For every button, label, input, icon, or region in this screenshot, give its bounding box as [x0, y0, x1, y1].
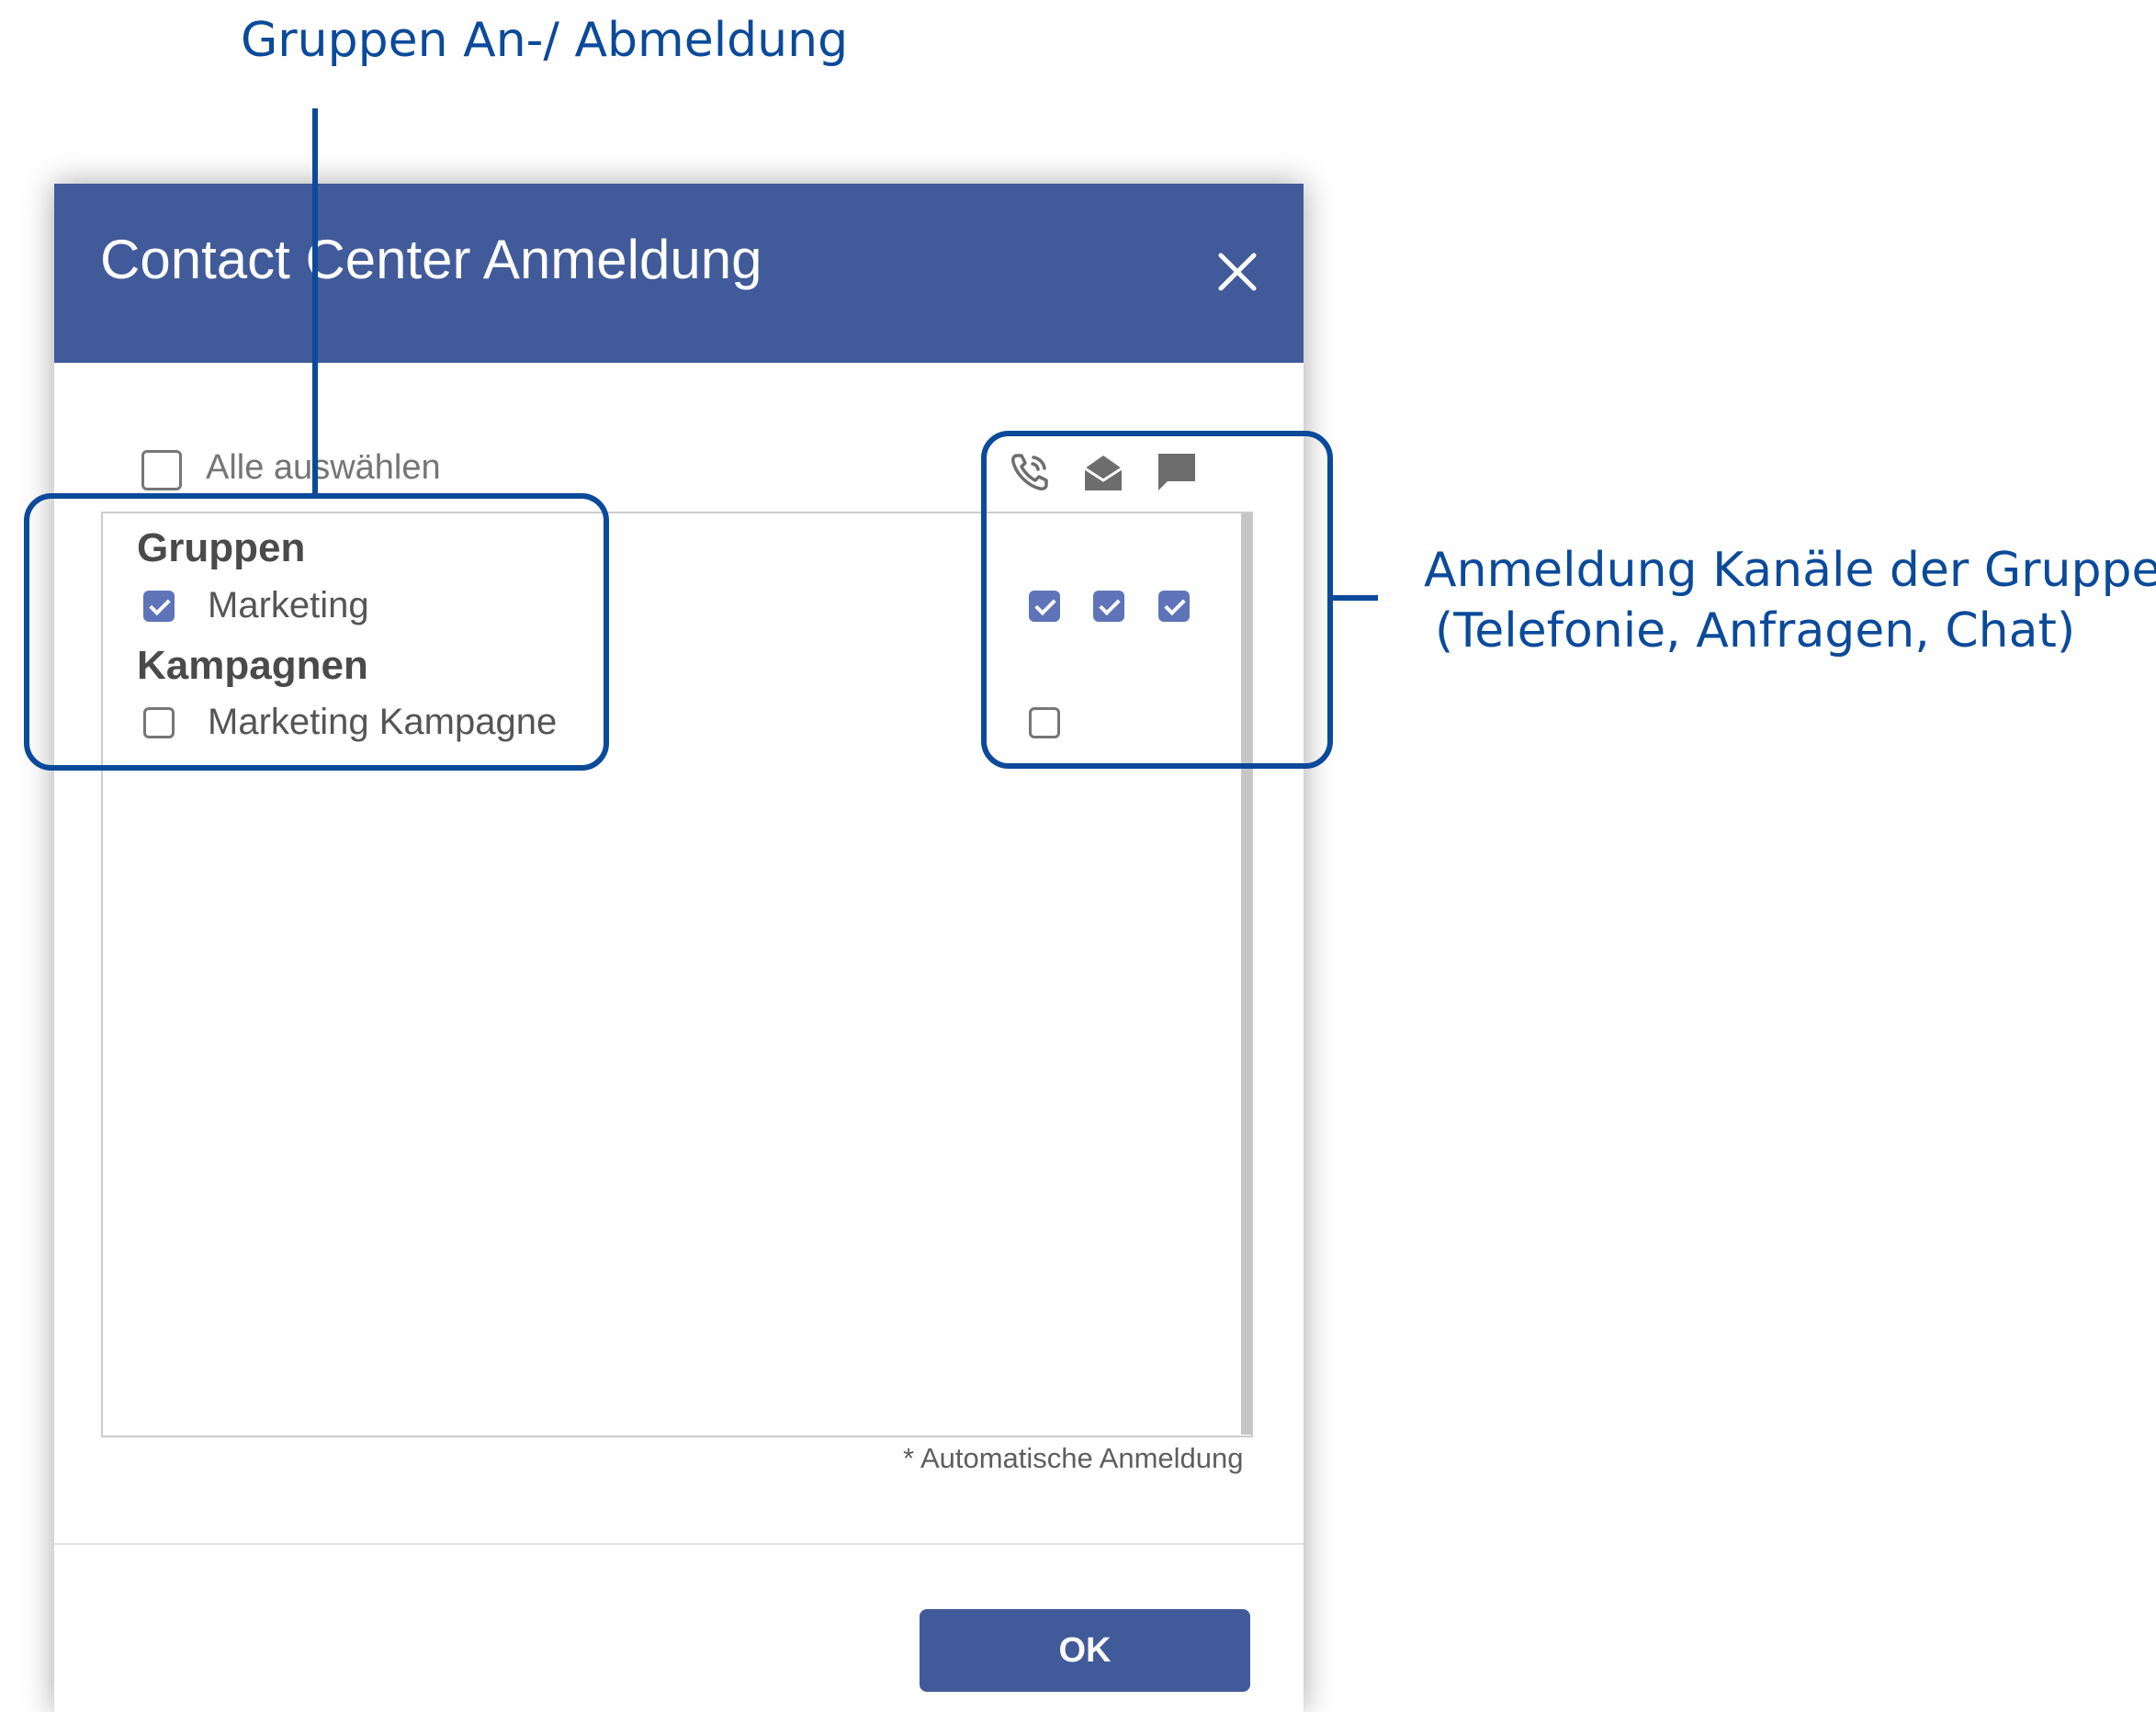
- annotation-channels-line2: (Telefonie, Anfragen, Chat): [1435, 603, 2076, 659]
- footer-divider: [54, 1543, 1304, 1545]
- highlight-groups: [24, 493, 609, 771]
- annotation-channels-line1: Anmeldung Kanäle der Gruppen: [1424, 543, 2156, 598]
- contact-center-login-dialog: Contact Center Anmeldung Alle auswählen …: [54, 184, 1304, 1712]
- auto-login-footnote: * Automatische Anmeldung: [903, 1442, 1244, 1474]
- dialog-header: Contact Center Anmeldung: [54, 184, 1304, 363]
- annotation-connector-channels: [1332, 595, 1378, 601]
- select-all-label: Alle auswählen: [206, 448, 441, 487]
- dialog-title: Contact Center Anmeldung: [100, 229, 762, 290]
- ok-button[interactable]: OK: [920, 1609, 1250, 1692]
- highlight-channels: [981, 431, 1333, 769]
- annotation-channels: Anmeldung Kanäle der Gruppen (Telefonie,…: [1424, 540, 2156, 661]
- close-icon[interactable]: [1213, 248, 1261, 296]
- annotation-groups-login: Gruppen An-/ Abmeldung: [241, 13, 849, 68]
- select-all-checkbox[interactable]: [141, 450, 182, 490]
- annotation-connector-groups: [312, 108, 318, 494]
